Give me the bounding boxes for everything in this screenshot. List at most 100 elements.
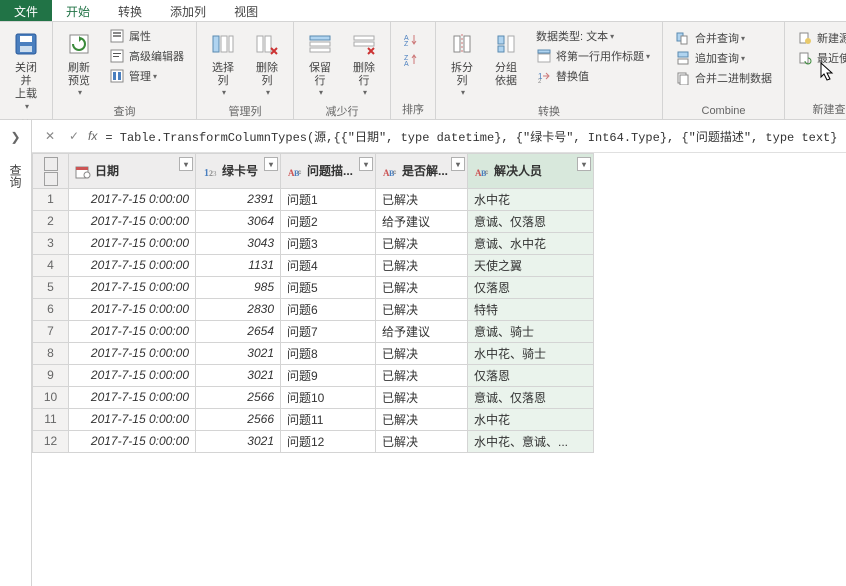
cell[interactable]: 问题7: [281, 320, 376, 342]
table-row[interactable]: 82017-7-15 0:00:003021问题8已解决水中花、骑士: [33, 342, 594, 364]
cell[interactable]: 已解决: [376, 342, 468, 364]
fx-icon[interactable]: fx: [88, 129, 97, 143]
cell[interactable]: 985: [196, 276, 281, 298]
merge-queries-button[interactable]: 合并查询▾: [671, 28, 776, 48]
cell[interactable]: 意诚、仅落恩: [468, 386, 594, 408]
cell[interactable]: 仅落恩: [468, 364, 594, 386]
cell[interactable]: 问题10: [281, 386, 376, 408]
column-header[interactable]: ABc问题描...▾: [281, 154, 376, 189]
cell[interactable]: 仅落恩: [468, 276, 594, 298]
row-number[interactable]: 5: [33, 276, 69, 298]
formula-input[interactable]: = Table.TransformColumnTypes(源,{{"日期", t…: [105, 128, 838, 145]
cell[interactable]: 问题8: [281, 342, 376, 364]
row-number[interactable]: 9: [33, 364, 69, 386]
filter-dropdown-icon[interactable]: ▾: [451, 157, 465, 171]
cell[interactable]: 3064: [196, 210, 281, 232]
cell[interactable]: 问题11: [281, 408, 376, 430]
cell[interactable]: 问题1: [281, 188, 376, 210]
cell[interactable]: 意诚、仅落恩: [468, 210, 594, 232]
cell[interactable]: 水中花、意诚、...: [468, 430, 594, 452]
table-row[interactable]: 112017-7-15 0:00:002566问题11已解决水中花: [33, 408, 594, 430]
first-row-headers-button[interactable]: 将第一行用作标题▾: [532, 46, 654, 66]
cell[interactable]: 问题5: [281, 276, 376, 298]
sort-desc-button[interactable]: ZA: [399, 50, 427, 70]
cell[interactable]: 天使之翼: [468, 254, 594, 276]
cell[interactable]: 3043: [196, 232, 281, 254]
advanced-editor-button[interactable]: 高级编辑器: [105, 46, 188, 66]
cell[interactable]: 特特: [468, 298, 594, 320]
cell[interactable]: 2566: [196, 408, 281, 430]
row-number[interactable]: 8: [33, 342, 69, 364]
tab-home[interactable]: 开始: [52, 0, 104, 21]
cell[interactable]: 2654: [196, 320, 281, 342]
table-row[interactable]: 102017-7-15 0:00:002566问题10已解决意诚、仅落恩: [33, 386, 594, 408]
table-row[interactable]: 62017-7-15 0:00:002830问题6已解决特特: [33, 298, 594, 320]
cell[interactable]: 3021: [196, 342, 281, 364]
refresh-button[interactable]: 刷新 预览 ▾: [57, 24, 101, 101]
cell[interactable]: 2017-7-15 0:00:00: [69, 430, 196, 452]
cell[interactable]: 问题4: [281, 254, 376, 276]
tab-addcol[interactable]: 添加列: [156, 0, 220, 21]
filter-dropdown-icon[interactable]: ▾: [577, 157, 591, 171]
filter-dropdown-icon[interactable]: ▾: [264, 157, 278, 171]
new-source-button[interactable]: 新建源▾: [793, 28, 846, 48]
cell[interactable]: 2017-7-15 0:00:00: [69, 364, 196, 386]
queries-pane-collapsed[interactable]: ❯ 查询: [0, 120, 32, 586]
groupby-button[interactable]: 分组 依据: [484, 24, 528, 92]
replace-button[interactable]: 12替换值: [532, 66, 654, 86]
row-number[interactable]: 11: [33, 408, 69, 430]
cell[interactable]: 问题3: [281, 232, 376, 254]
row-number[interactable]: 12: [33, 430, 69, 452]
keep-rows-button[interactable]: 保留 行▾: [298, 24, 342, 101]
cell[interactable]: 已解决: [376, 188, 468, 210]
cell[interactable]: 2017-7-15 0:00:00: [69, 232, 196, 254]
cell[interactable]: 问题9: [281, 364, 376, 386]
cell[interactable]: 2391: [196, 188, 281, 210]
cell[interactable]: 2017-7-15 0:00:00: [69, 210, 196, 232]
cell[interactable]: 1131: [196, 254, 281, 276]
row-number[interactable]: 2: [33, 210, 69, 232]
cell[interactable]: 水中花: [468, 408, 594, 430]
cell[interactable]: 2017-7-15 0:00:00: [69, 320, 196, 342]
cancel-formula-icon[interactable]: ✕: [40, 126, 60, 146]
choose-cols-button[interactable]: 选择 列▾: [201, 24, 245, 101]
tab-file[interactable]: 文件: [0, 0, 52, 21]
grid-corner[interactable]: [33, 154, 69, 189]
column-header[interactable]: 日期▾: [69, 154, 196, 189]
cell[interactable]: 2017-7-15 0:00:00: [69, 386, 196, 408]
row-number[interactable]: 6: [33, 298, 69, 320]
cell[interactable]: 2566: [196, 386, 281, 408]
cell[interactable]: 已解决: [376, 430, 468, 452]
column-header[interactable]: ABc是否解...▾: [376, 154, 468, 189]
cell[interactable]: 问题6: [281, 298, 376, 320]
filter-dropdown-icon[interactable]: ▾: [179, 157, 193, 171]
cell[interactable]: 2017-7-15 0:00:00: [69, 188, 196, 210]
expand-pane-icon[interactable]: ❯: [10, 130, 20, 144]
column-header[interactable]: 123绿卡号▾: [196, 154, 281, 189]
cell[interactable]: 问题12: [281, 430, 376, 452]
tab-transform[interactable]: 转换: [104, 0, 156, 21]
table-row[interactable]: 12017-7-15 0:00:002391问题1已解决水中花: [33, 188, 594, 210]
properties-button[interactable]: 属性: [105, 26, 188, 46]
manage-button[interactable]: 管理▾: [105, 66, 188, 86]
cell[interactable]: 问题2: [281, 210, 376, 232]
filter-dropdown-icon[interactable]: ▾: [359, 157, 373, 171]
recent-sources-button[interactable]: 最近使用的: [793, 48, 846, 68]
table-row[interactable]: 22017-7-15 0:00:003064问题2给予建议意诚、仅落恩: [33, 210, 594, 232]
table-row[interactable]: 32017-7-15 0:00:003043问题3已解决意诚、水中花: [33, 232, 594, 254]
cell[interactable]: 给予建议: [376, 320, 468, 342]
row-number[interactable]: 4: [33, 254, 69, 276]
cell[interactable]: 已解决: [376, 386, 468, 408]
cell[interactable]: 2017-7-15 0:00:00: [69, 342, 196, 364]
split-col-button[interactable]: 拆分 列▾: [440, 24, 484, 101]
row-number[interactable]: 10: [33, 386, 69, 408]
row-number[interactable]: 1: [33, 188, 69, 210]
column-header[interactable]: ABc解决人员▾: [468, 154, 594, 189]
cell[interactable]: 已解决: [376, 408, 468, 430]
table-row[interactable]: 92017-7-15 0:00:003021问题9已解决仅落恩: [33, 364, 594, 386]
commit-formula-icon[interactable]: ✓: [64, 126, 84, 146]
cell[interactable]: 已解决: [376, 232, 468, 254]
sort-asc-button[interactable]: AZ: [399, 30, 427, 50]
tab-view[interactable]: 视图: [220, 0, 272, 21]
close-load-button[interactable]: 关闭并 上载 ▾: [4, 24, 48, 115]
